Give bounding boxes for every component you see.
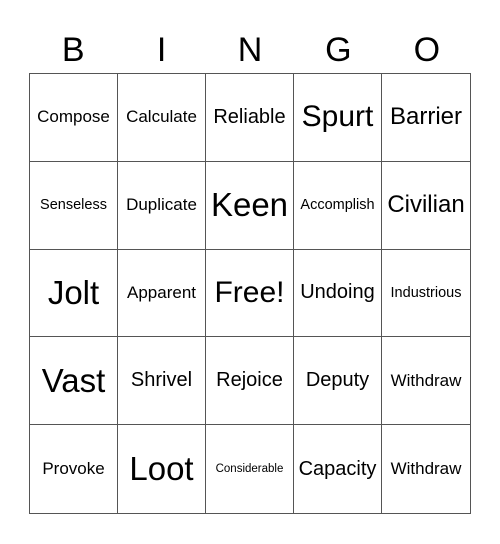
bingo-cell[interactable]: Calculate <box>118 74 206 162</box>
bingo-cell[interactable]: Reliable <box>206 74 294 162</box>
bingo-cell[interactable]: Undoing <box>294 249 382 338</box>
bingo-cell[interactable]: Capacity <box>294 425 382 513</box>
header-letter-n: N <box>237 31 263 69</box>
bingo-cell[interactable]: Keen <box>206 161 294 250</box>
bingo-cell[interactable]: Senseless <box>30 161 118 250</box>
bingo-cell[interactable]: Withdraw <box>382 425 470 513</box>
bingo-board: Compose Calculate Reliable Spurt Barrier… <box>29 73 471 514</box>
header-letter-o: O <box>413 31 441 69</box>
bingo-cell[interactable]: Considerable <box>206 425 294 513</box>
bingo-cell[interactable]: Spurt <box>294 74 382 162</box>
bingo-cell[interactable]: Accomplish <box>294 161 382 250</box>
bingo-header: B I N G O <box>29 28 471 72</box>
bingo-cell[interactable]: Shrivel <box>118 337 206 426</box>
bingo-cell[interactable]: Apparent <box>118 249 206 338</box>
bingo-cell[interactable]: Jolt <box>30 249 118 338</box>
header-letter-g: G <box>325 31 352 69</box>
bingo-cell[interactable]: Deputy <box>294 337 382 426</box>
header-letter-i: I <box>156 31 167 69</box>
bingo-cell[interactable]: Vast <box>30 337 118 426</box>
bingo-cell[interactable]: Rejoice <box>206 337 294 426</box>
bingo-cell[interactable]: Compose <box>30 74 118 162</box>
bingo-cell[interactable]: Withdraw <box>382 337 470 426</box>
bingo-cell[interactable]: Civilian <box>382 162 470 250</box>
bingo-cell[interactable]: Industrious <box>382 250 470 338</box>
bingo-cell[interactable]: Loot <box>118 425 206 513</box>
bingo-cell[interactable]: Barrier <box>382 74 470 162</box>
bingo-cell[interactable]: Provoke <box>30 425 118 513</box>
free-space-cell[interactable]: Free! <box>206 249 294 338</box>
header-letter-b: B <box>61 31 85 69</box>
bingo-cell[interactable]: Duplicate <box>118 161 206 250</box>
